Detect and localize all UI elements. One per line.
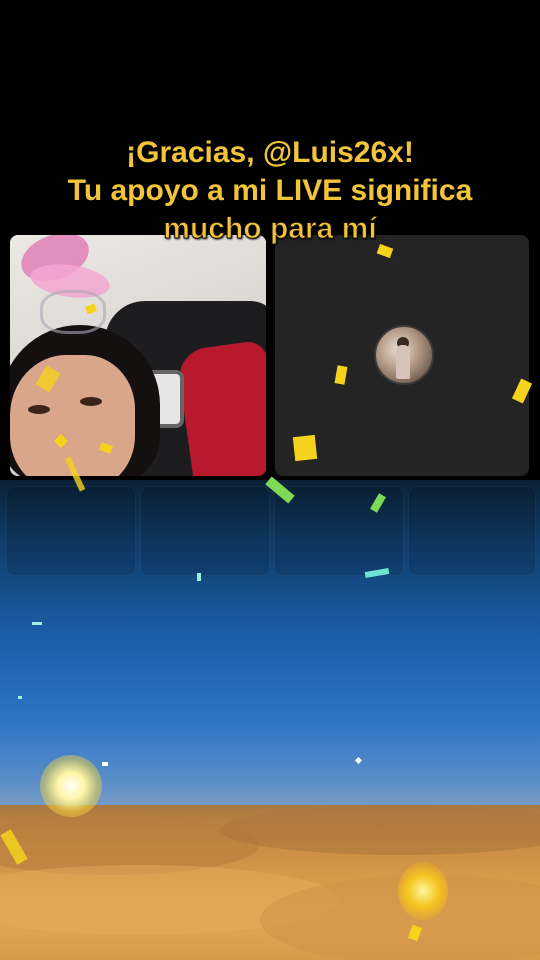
thanks-line-2: Tu apoyo a mi LIVE significa bbox=[67, 174, 473, 207]
thanks-line-3: mucho para mí bbox=[163, 212, 377, 246]
guest-avatar[interactable] bbox=[374, 325, 434, 385]
eye bbox=[28, 405, 50, 414]
thanks-line-1: ¡Gracias, @Luis26x! bbox=[126, 136, 414, 169]
confetti bbox=[32, 622, 42, 625]
avatar-figure bbox=[396, 345, 410, 379]
sparkle-glow bbox=[40, 755, 102, 817]
confetti bbox=[197, 573, 201, 581]
confetti bbox=[18, 696, 22, 699]
eye bbox=[80, 397, 102, 406]
empty-seat bbox=[408, 486, 536, 576]
dune bbox=[220, 805, 540, 855]
gift-thanks-message: ¡Gracias, @Luis26x! Tu apoyo a mi LIVE s… bbox=[0, 134, 540, 248]
glasses-filter bbox=[40, 290, 106, 334]
host-face bbox=[10, 355, 135, 476]
host-video-tile[interactable] bbox=[10, 235, 266, 476]
confetti bbox=[292, 434, 318, 462]
empty-seat bbox=[140, 486, 270, 576]
live-stream-screen: ¡Gracias, @Luis26x! Tu apoyo a mi LIVE s… bbox=[0, 0, 540, 960]
empty-seat bbox=[6, 486, 136, 576]
confetti bbox=[102, 762, 108, 766]
sparkle-glow bbox=[398, 862, 448, 920]
desert-background bbox=[0, 805, 540, 960]
